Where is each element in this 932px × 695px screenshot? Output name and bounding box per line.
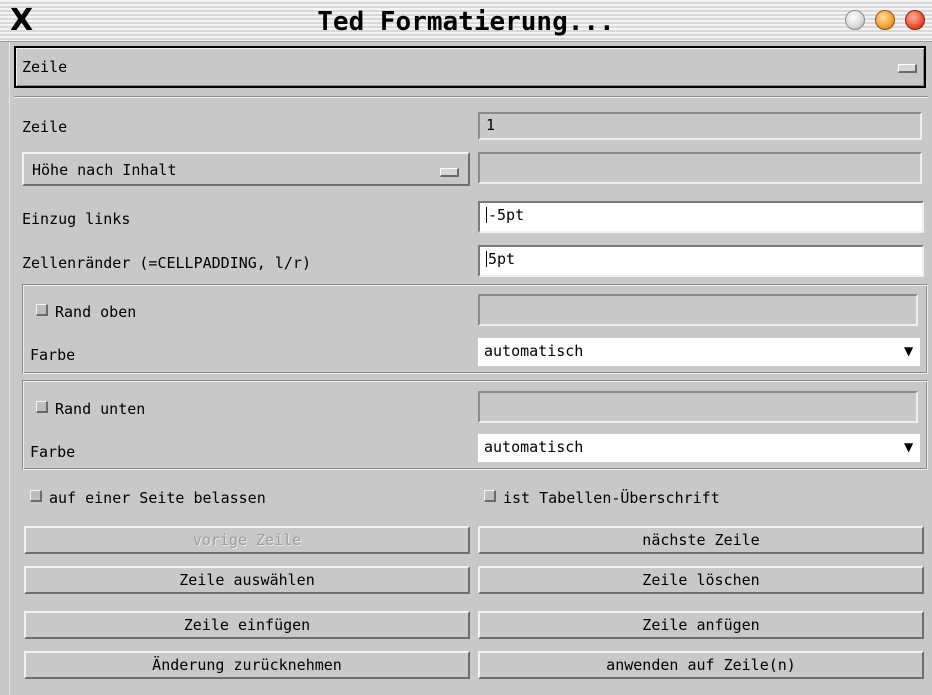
border-top-checkbox-label: Rand oben [55, 303, 137, 321]
border-top-color-value: automatisch [484, 342, 584, 360]
section-selector-value: Zeile [22, 58, 68, 76]
apply-button[interactable]: anwenden auf Zeile(n) [478, 651, 924, 679]
checkbox-icon [36, 304, 48, 316]
title-bar[interactable]: X Ted Formatierung... [0, 0, 932, 42]
insert-row-button[interactable]: Zeile einfügen [24, 611, 470, 639]
section-selector[interactable]: Zeile [14, 46, 926, 88]
previous-row-button[interactable]: vorige Zeile [24, 526, 470, 554]
border-top-width-field [478, 294, 918, 326]
border-top-checkbox[interactable]: Rand oben [36, 302, 136, 322]
cell-padding-value: 5pt [488, 250, 516, 268]
border-top-color-select[interactable]: automatisch ▼ [478, 338, 920, 366]
append-row-button[interactable]: Zeile anfügen [478, 611, 924, 639]
dropdown-indicator-icon [440, 168, 459, 177]
chevron-down-icon[interactable]: ▼ [904, 434, 913, 460]
border-bottom-color-label: Farbe [30, 443, 76, 461]
is-header-checkbox[interactable]: ist Tabellen-Überschrift [484, 488, 720, 508]
revert-button[interactable]: Änderung zurücknehmen [24, 651, 470, 679]
cell-padding-label: Zellenränder (=CELLPADDING, l/r) [22, 254, 311, 272]
separator [14, 96, 928, 98]
text-cursor [486, 207, 487, 223]
delete-row-button[interactable]: Zeile löschen [478, 566, 924, 594]
height-mode-value: Höhe nach Inhalt [32, 161, 177, 179]
indent-left-input[interactable]: -5pt [478, 201, 924, 233]
row-label: Zeile [22, 118, 68, 136]
select-row-button[interactable]: Zeile auswählen [24, 566, 470, 594]
window-title: Ted Formatierung... [317, 7, 615, 37]
keep-on-page-checkbox[interactable]: auf einer Seite belassen [30, 488, 266, 508]
border-bottom-checkbox-label: Rand unten [55, 400, 146, 418]
border-top-color-label: Farbe [30, 346, 76, 364]
is-header-label: ist Tabellen-Überschrift [503, 489, 720, 507]
border-bottom-width-field [478, 391, 918, 423]
text-cursor [486, 251, 487, 267]
checkbox-icon [30, 490, 42, 502]
keep-on-page-label: auf einer Seite belassen [49, 489, 266, 507]
border-bottom-checkbox[interactable]: Rand unten [36, 399, 145, 419]
chevron-down-icon[interactable]: ▼ [904, 338, 913, 364]
minimize-circle-icon[interactable] [845, 10, 865, 30]
indent-left-value: -5pt [488, 206, 525, 224]
maximize-circle-icon[interactable] [875, 10, 895, 30]
height-value-field [478, 152, 922, 184]
next-row-button[interactable]: nächste Zeile [478, 526, 924, 554]
dropdown-indicator-icon [898, 64, 917, 73]
checkbox-icon [484, 490, 496, 502]
close-circle-icon[interactable] [905, 10, 925, 30]
height-mode-dropdown[interactable]: Höhe nach Inhalt [22, 152, 470, 186]
cell-padding-input[interactable]: 5pt [478, 245, 924, 277]
border-bottom-color-value: automatisch [484, 438, 584, 456]
indent-left-label: Einzug links [22, 210, 131, 228]
border-bottom-color-select[interactable]: automatisch ▼ [478, 434, 920, 462]
row-number-field: 1 [478, 112, 922, 140]
checkbox-icon [36, 401, 48, 413]
